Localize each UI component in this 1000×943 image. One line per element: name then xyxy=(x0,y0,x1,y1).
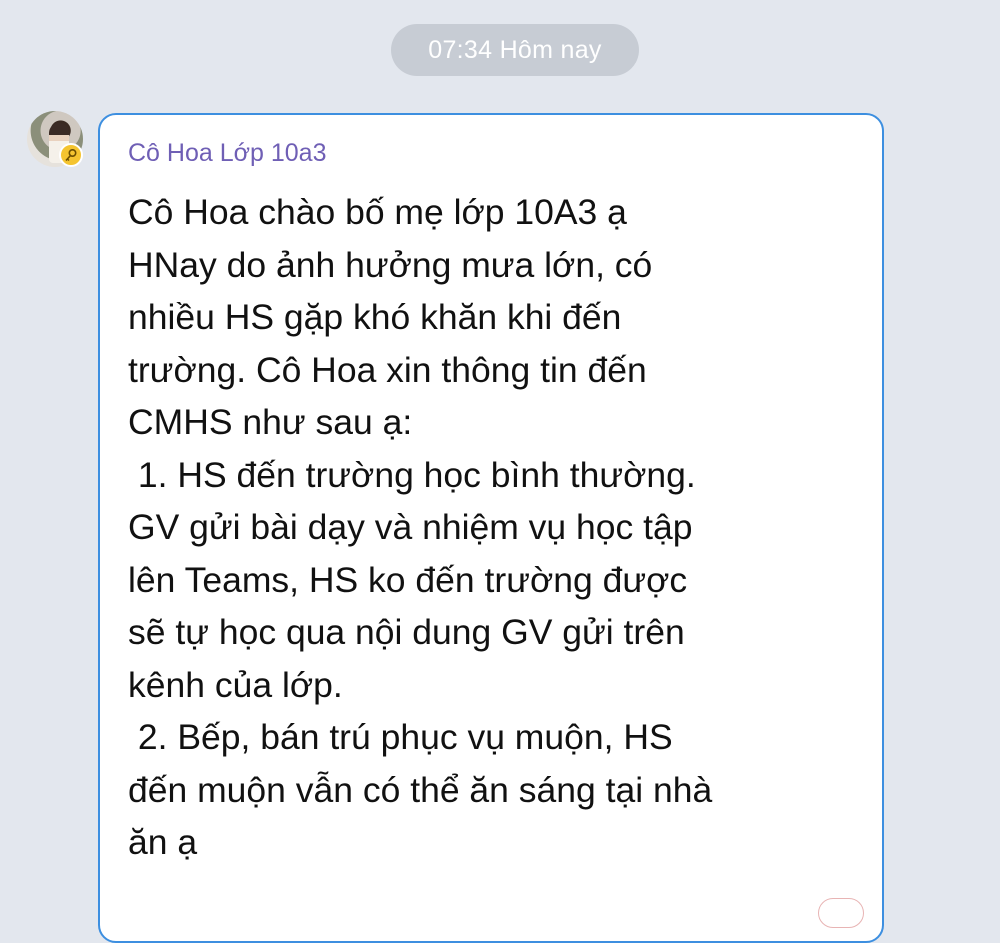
key-icon-glyph xyxy=(65,148,77,162)
sender-name[interactable]: Cô Hoa Lớp 10a3 xyxy=(128,137,854,169)
message-line: ăn ạ xyxy=(128,822,198,862)
message-line: sẽ tự học qua nội dung GV gửi trên xyxy=(128,612,685,652)
message-line: HNay do ảnh hưởng mưa lớn, có xyxy=(128,244,653,285)
timestamp-text: 07:34 Hôm nay xyxy=(428,35,602,64)
reaction-button[interactable] xyxy=(818,898,864,928)
message-line: 2. Bếp, bán trú phục vụ muộn, HS xyxy=(128,717,673,757)
message-line: CMHS như sau ạ: xyxy=(128,402,413,442)
message-body: Cô Hoa chào bố mẹ lớp 10A3 ạ HNay do ảnh… xyxy=(128,186,854,869)
timestamp-pill: 07:34 Hôm nay xyxy=(391,24,639,76)
key-icon xyxy=(59,143,83,167)
message-line: 1. HS đến trường học bình thường. xyxy=(128,454,696,495)
message-bubble[interactable]: Cô Hoa Lớp 10a3 Cô Hoa chào bố mẹ lớp 10… xyxy=(98,113,884,943)
message-line: kênh của lớp. xyxy=(128,664,343,705)
message-line: lên Teams, HS ko đến trường được xyxy=(128,559,688,600)
message-line: Cô Hoa chào bố mẹ lớp 10A3 ạ xyxy=(128,192,627,232)
message-line: đến muộn vẫn có thể ăn sáng tại nhà xyxy=(128,769,713,810)
message-line: trường. Cô Hoa xin thông tin đến xyxy=(128,349,647,390)
message-line: GV gửi bài dạy và nhiệm vụ học tập xyxy=(128,507,693,547)
message-line: nhiều HS gặp khó khăn khi đến xyxy=(128,297,622,337)
